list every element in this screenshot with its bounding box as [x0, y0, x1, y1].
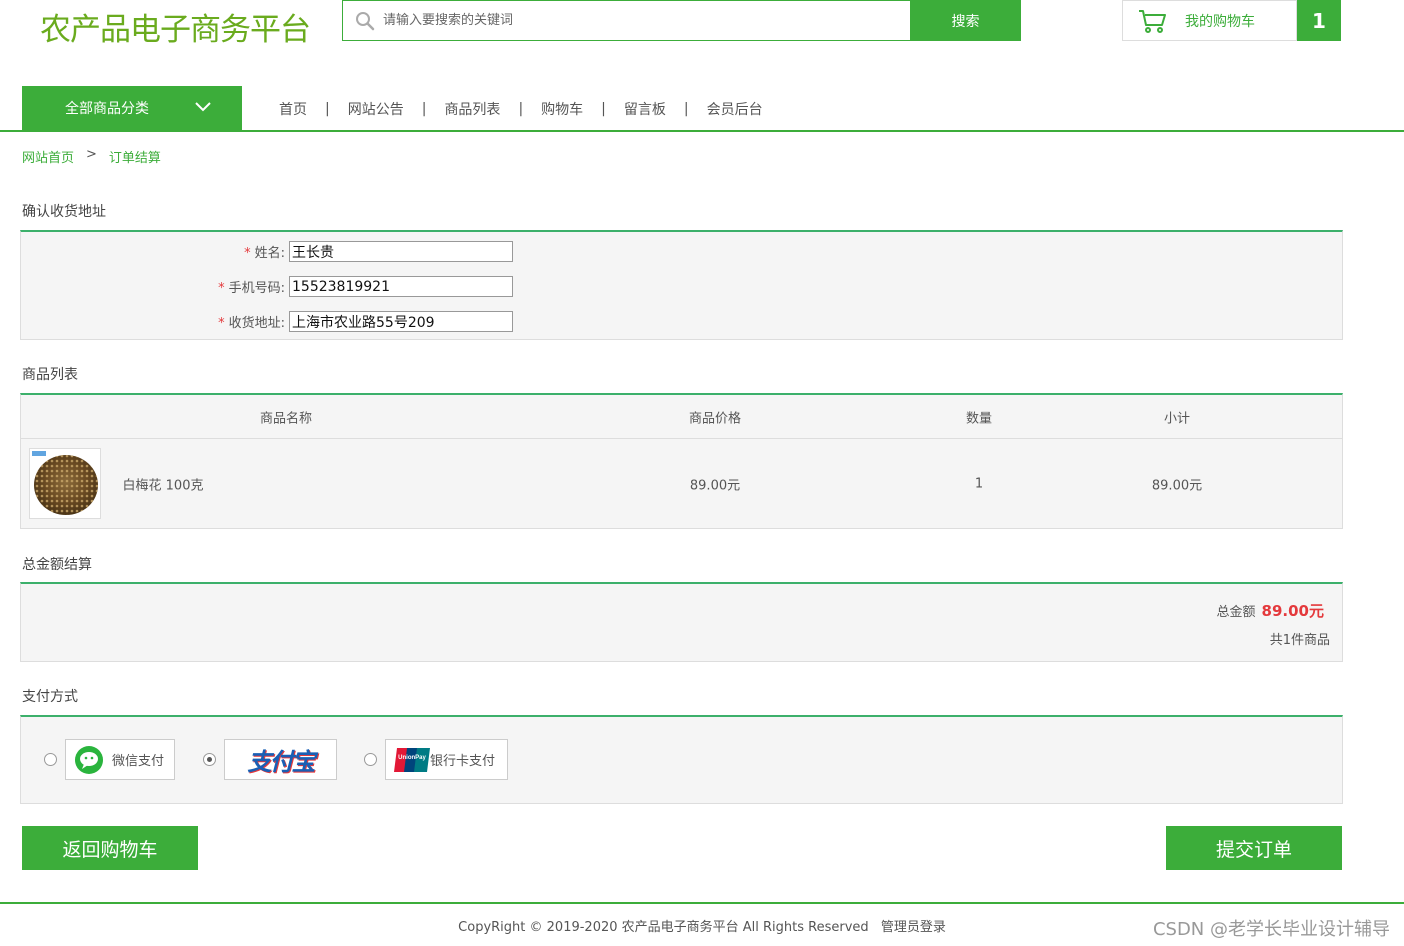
- nav-separator: |: [325, 101, 330, 117]
- products-table: 商品名称 商品价格 数量 小计 白梅花 100克 89.00元 1 89.00元: [20, 393, 1343, 529]
- address-input[interactable]: [289, 311, 513, 332]
- wechat-radio[interactable]: [44, 753, 57, 766]
- admin-login-link[interactable]: 管理员登录: [881, 920, 946, 935]
- product-subtotal: 89.00元: [1151, 478, 1203, 494]
- product-price: 89.00元: [689, 478, 741, 494]
- nav-separator: |: [683, 101, 689, 117]
- main-nav: 首页 | 网站公告 | 商品列表 | 购物车 | 留言板 | 会员后台: [279, 99, 763, 119]
- search-icon: [356, 11, 375, 30]
- total-item-count: 共1件商品: [1269, 633, 1330, 648]
- product-name[interactable]: 白梅花 100克: [123, 475, 204, 494]
- required-mark: *: [244, 246, 251, 261]
- address-panel: *姓名: *手机号码: *收货地址:: [20, 230, 1343, 340]
- nav-item-cart[interactable]: 购物车: [541, 99, 583, 119]
- payment-panel: 微信支付 支付宝 UnionPay 银行卡支付: [20, 715, 1343, 804]
- payment-option-alipay[interactable]: 支付宝: [203, 739, 337, 780]
- total-section-title: 总金额结算: [22, 557, 92, 573]
- address-row: * 收货地址:: [21, 311, 513, 332]
- nav-item-home[interactable]: 首页: [279, 99, 307, 119]
- nav-item-message-board[interactable]: 留言板: [624, 99, 666, 119]
- search-input[interactable]: [383, 2, 910, 39]
- cart-label: 我的购物车: [1185, 13, 1255, 30]
- all-categories-label: 全部商品分类: [65, 101, 149, 117]
- phone-row: * 手机号码:: [21, 276, 513, 297]
- my-cart-link[interactable]: 我的购物车: [1122, 0, 1297, 41]
- breadcrumb-home[interactable]: 网站首页: [22, 147, 74, 166]
- address-section-title: 确认收货地址: [22, 204, 106, 220]
- product-qty: 1: [974, 476, 984, 492]
- nav-separator: |: [601, 101, 606, 117]
- back-to-cart-button[interactable]: 返回购物车: [22, 826, 198, 870]
- col-header-price: 商品价格: [688, 411, 742, 426]
- site-logo[interactable]: 农产品电子商务平台: [40, 4, 311, 49]
- nav-separator: |: [421, 101, 427, 117]
- bankcard-radio[interactable]: [364, 753, 377, 766]
- breadcrumb-current[interactable]: 订单结算: [109, 147, 161, 166]
- required-mark: *: [218, 316, 225, 331]
- all-categories-button[interactable]: 全部商品分类: [22, 86, 242, 130]
- alipay-logo: 支付宝: [247, 748, 316, 776]
- name-row: * 姓名:: [21, 241, 513, 262]
- col-header-qty: 数量: [965, 411, 993, 426]
- copyright-text: CopyRight © 2019-2020 农产品电子商务平台 All Righ…: [458, 920, 869, 935]
- table-header: 商品名称 商品价格 数量 小计: [21, 395, 1342, 439]
- wechat-icon: [75, 745, 103, 774]
- unionpay-logo-text: UnionPay: [398, 755, 426, 761]
- alipay-card[interactable]: 支付宝: [224, 739, 337, 780]
- nav-separator: |: [518, 101, 524, 117]
- alipay-radio[interactable]: [203, 753, 216, 766]
- nav-item-announcements[interactable]: 网站公告: [348, 99, 404, 119]
- product-photo-icon: [32, 451, 98, 515]
- wechat-pay-label: 微信支付: [112, 754, 165, 769]
- phone-label: 手机号码:: [228, 281, 285, 296]
- csdn-watermark: CSDN @老学长毕业设计辅导: [1152, 919, 1390, 940]
- name-input[interactable]: [289, 241, 513, 262]
- breadcrumb: 网站首页 > 订单结算: [22, 147, 161, 166]
- wechat-pay-card[interactable]: 微信支付: [65, 739, 175, 780]
- bankcard-card[interactable]: UnionPay 银行卡支付: [385, 739, 508, 780]
- nav-item-product-list[interactable]: 商品列表: [444, 99, 500, 119]
- col-header-name: 商品名称: [259, 411, 313, 426]
- shopping-cart-icon: [1139, 9, 1166, 33]
- products-section-title: 商品列表: [22, 367, 78, 383]
- footer-divider: [0, 902, 1404, 904]
- cart-count-badge[interactable]: 1: [1297, 0, 1341, 41]
- payment-section-title: 支付方式: [22, 689, 78, 705]
- unionpay-icon: UnionPay: [394, 747, 430, 772]
- required-mark: *: [218, 281, 225, 296]
- nav-item-member-center[interactable]: 会员后台: [707, 99, 763, 119]
- nav-divider: [0, 130, 1404, 132]
- payment-option-bankcard[interactable]: UnionPay 银行卡支付: [364, 739, 508, 780]
- phone-input[interactable]: [289, 276, 513, 297]
- chevron-down-icon: [195, 102, 211, 112]
- submit-order-button[interactable]: 提交订单: [1166, 826, 1342, 870]
- search-box: [342, 0, 910, 41]
- total-amount: 89.00元: [1261, 602, 1324, 620]
- total-line: 总金额 89.00元: [1217, 600, 1324, 621]
- product-image[interactable]: [29, 448, 101, 519]
- breadcrumb-arrow: >: [86, 147, 97, 162]
- payment-option-wechat[interactable]: 微信支付: [44, 739, 175, 780]
- name-label: 姓名:: [254, 246, 285, 261]
- search-button[interactable]: 搜索: [910, 0, 1021, 41]
- table-row: 白梅花 100克 89.00元 1 89.00元: [21, 440, 1342, 528]
- total-label: 总金额: [1216, 605, 1256, 620]
- total-panel: 总金额 89.00元 共1件商品: [20, 582, 1343, 662]
- bankcard-pay-label: 银行卡支付: [430, 754, 496, 769]
- col-header-subtotal: 小计: [1163, 411, 1191, 426]
- address-label: 收货地址:: [228, 316, 285, 331]
